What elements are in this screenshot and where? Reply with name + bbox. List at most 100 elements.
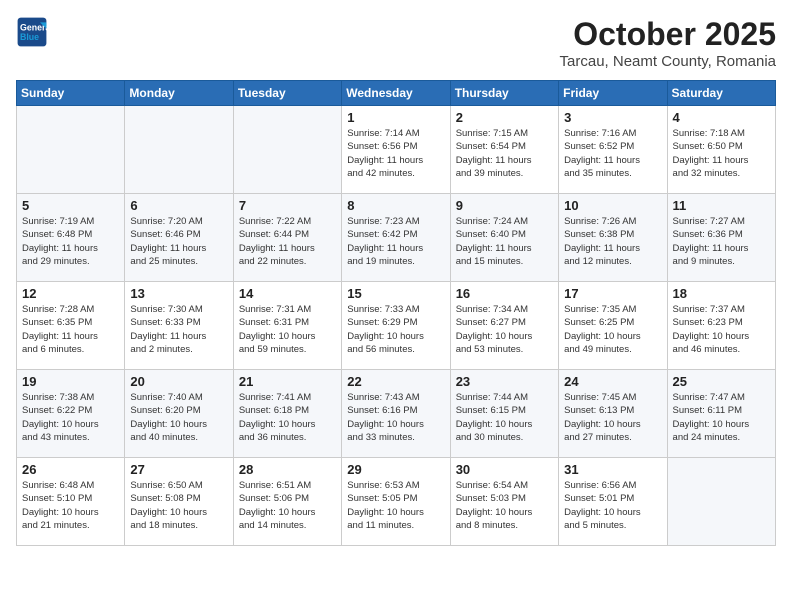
weekday-header-cell: Thursday: [450, 81, 558, 106]
day-info: Sunrise: 7:24 AM Sunset: 6:40 PM Dayligh…: [456, 215, 553, 268]
day-info: Sunrise: 7:31 AM Sunset: 6:31 PM Dayligh…: [239, 303, 336, 356]
calendar-cell: 13Sunrise: 7:30 AM Sunset: 6:33 PM Dayli…: [125, 282, 233, 370]
day-number: 10: [564, 198, 661, 213]
day-number: 3: [564, 110, 661, 125]
calendar-cell: 16 Sunrise: 7:34 AM Sunset: 6:27 PM Dayli…: [450, 282, 558, 370]
day-info: Sunrise: 7:45 AM Sunset: 6:13 PM Dayligh…: [564, 391, 661, 444]
day-info: Sunrise: 6:54 AM Sunset: 5:03 PM Dayligh…: [456, 479, 553, 532]
calendar-cell: 2Sunrise: 7:15 AM Sunset: 6:54 PM Daylig…: [450, 106, 558, 194]
calendar-cell: 15 Sunrise: 7:33 AM Sunset: 6:29 PM Dayli…: [342, 282, 450, 370]
calendar-cell: 6Sunrise: 7:20 AM Sunset: 6:46 PM Daylig…: [125, 194, 233, 282]
calendar-cell: 10 Sunrise: 7:26 AM Sunset: 6:38 PM Dayli…: [559, 194, 667, 282]
calendar-cell: 29 Sunrise: 6:53 AM Sunset: 5:05 PM Dayli…: [342, 458, 450, 546]
calendar-cell: 11 Sunrise: 7:27 AM Sunset: 6:36 PM Dayli…: [667, 194, 775, 282]
calendar-cell: 12Sunrise: 7:28 AM Sunset: 6:35 PM Dayli…: [17, 282, 125, 370]
day-number: 25: [673, 374, 770, 389]
day-number: 7: [239, 198, 336, 213]
weekday-header-cell: Saturday: [667, 81, 775, 106]
day-info: Sunrise: 7:35 AM Sunset: 6:25 PM Dayligh…: [564, 303, 661, 356]
calendar-cell: 31Sunrise: 6:56 AM Sunset: 5:01 PM Dayli…: [559, 458, 667, 546]
day-number: 18: [673, 286, 770, 301]
day-info: Sunrise: 7:19 AM Sunset: 6:48 PM Dayligh…: [22, 215, 119, 268]
calendar-cell: 7 Sunrise: 7:22 AM Sunset: 6:44 PM Daylig…: [233, 194, 341, 282]
calendar-week-row: 1 Sunrise: 7:14 AM Sunset: 6:56 PM Daylig…: [17, 106, 776, 194]
day-info: Sunrise: 6:48 AM Sunset: 5:10 PM Dayligh…: [22, 479, 119, 532]
title-area: October 2025 Tarcau, Neamt County, Roman…: [560, 16, 776, 70]
day-number: 16: [456, 286, 553, 301]
calendar-week-row: 26 Sunrise: 6:48 AM Sunset: 5:10 PM Dayli…: [17, 458, 776, 546]
month-title: October 2025: [560, 16, 776, 53]
day-number: 17: [564, 286, 661, 301]
calendar-week-row: 19 Sunrise: 7:38 AM Sunset: 6:22 PM Dayli…: [17, 370, 776, 458]
calendar-cell: 9Sunrise: 7:24 AM Sunset: 6:40 PM Daylig…: [450, 194, 558, 282]
calendar-cell: 30Sunrise: 6:54 AM Sunset: 5:03 PM Dayli…: [450, 458, 558, 546]
calendar-cell: 22 Sunrise: 7:43 AM Sunset: 6:16 PM Dayli…: [342, 370, 450, 458]
location-title: Tarcau, Neamt County, Romania: [560, 53, 776, 70]
day-number: 24: [564, 374, 661, 389]
day-number: 28: [239, 462, 336, 477]
day-number: 31: [564, 462, 661, 477]
weekday-header-row: SundayMondayTuesdayWednesdayThursdayFrid…: [17, 81, 776, 106]
calendar-cell: 5 Sunrise: 7:19 AM Sunset: 6:48 PM Daylig…: [17, 194, 125, 282]
calendar-body: 1 Sunrise: 7:14 AM Sunset: 6:56 PM Daylig…: [17, 106, 776, 546]
calendar-cell: 25 Sunrise: 7:47 AM Sunset: 6:11 PM Dayli…: [667, 370, 775, 458]
day-info: Sunrise: 7:20 AM Sunset: 6:46 PM Dayligh…: [130, 215, 227, 268]
calendar-cell: 18 Sunrise: 7:37 AM Sunset: 6:23 PM Dayli…: [667, 282, 775, 370]
day-info: Sunrise: 7:23 AM Sunset: 6:42 PM Dayligh…: [347, 215, 444, 268]
calendar-cell: 19 Sunrise: 7:38 AM Sunset: 6:22 PM Dayli…: [17, 370, 125, 458]
day-number: 26: [22, 462, 119, 477]
calendar-cell: 27Sunrise: 6:50 AM Sunset: 5:08 PM Dayli…: [125, 458, 233, 546]
day-number: 29: [347, 462, 444, 477]
day-info: Sunrise: 6:50 AM Sunset: 5:08 PM Dayligh…: [130, 479, 227, 532]
calendar-cell: 17 Sunrise: 7:35 AM Sunset: 6:25 PM Dayli…: [559, 282, 667, 370]
day-info: Sunrise: 7:47 AM Sunset: 6:11 PM Dayligh…: [673, 391, 770, 444]
weekday-header-cell: Sunday: [17, 81, 125, 106]
day-info: Sunrise: 6:51 AM Sunset: 5:06 PM Dayligh…: [239, 479, 336, 532]
calendar-cell: 4Sunrise: 7:18 AM Sunset: 6:50 PM Daylig…: [667, 106, 775, 194]
calendar-week-row: 5 Sunrise: 7:19 AM Sunset: 6:48 PM Daylig…: [17, 194, 776, 282]
day-info: Sunrise: 7:33 AM Sunset: 6:29 PM Dayligh…: [347, 303, 444, 356]
calendar-cell: 20 Sunrise: 7:40 AM Sunset: 6:20 PM Dayli…: [125, 370, 233, 458]
day-info: Sunrise: 7:41 AM Sunset: 6:18 PM Dayligh…: [239, 391, 336, 444]
day-info: Sunrise: 7:34 AM Sunset: 6:27 PM Dayligh…: [456, 303, 553, 356]
day-number: 5: [22, 198, 119, 213]
calendar-cell: 28 Sunrise: 6:51 AM Sunset: 5:06 PM Dayli…: [233, 458, 341, 546]
logo-icon: General Blue: [16, 16, 48, 48]
day-info: Sunrise: 7:27 AM Sunset: 6:36 PM Dayligh…: [673, 215, 770, 268]
day-number: 1: [347, 110, 444, 125]
day-number: 19: [22, 374, 119, 389]
calendar-cell: 14Sunrise: 7:31 AM Sunset: 6:31 PM Dayli…: [233, 282, 341, 370]
day-info: Sunrise: 7:38 AM Sunset: 6:22 PM Dayligh…: [22, 391, 119, 444]
weekday-header-cell: Wednesday: [342, 81, 450, 106]
weekday-header-cell: Monday: [125, 81, 233, 106]
day-info: Sunrise: 7:22 AM Sunset: 6:44 PM Dayligh…: [239, 215, 336, 268]
svg-text:Blue: Blue: [20, 32, 39, 42]
day-info: Sunrise: 7:15 AM Sunset: 6:54 PM Dayligh…: [456, 127, 553, 180]
calendar-cell: [233, 106, 341, 194]
day-info: Sunrise: 6:53 AM Sunset: 5:05 PM Dayligh…: [347, 479, 444, 532]
day-number: 20: [130, 374, 227, 389]
day-info: Sunrise: 7:26 AM Sunset: 6:38 PM Dayligh…: [564, 215, 661, 268]
day-info: Sunrise: 7:40 AM Sunset: 6:20 PM Dayligh…: [130, 391, 227, 444]
day-info: Sunrise: 7:43 AM Sunset: 6:16 PM Dayligh…: [347, 391, 444, 444]
page-header: General Blue October 2025 Tarcau, Neamt …: [16, 16, 776, 70]
calendar-cell: 1 Sunrise: 7:14 AM Sunset: 6:56 PM Daylig…: [342, 106, 450, 194]
day-number: 8: [347, 198, 444, 213]
day-number: 15: [347, 286, 444, 301]
calendar-cell: 24 Sunrise: 7:45 AM Sunset: 6:13 PM Dayli…: [559, 370, 667, 458]
calendar-week-row: 12Sunrise: 7:28 AM Sunset: 6:35 PM Dayli…: [17, 282, 776, 370]
calendar-cell: [125, 106, 233, 194]
day-number: 11: [673, 198, 770, 213]
day-info: Sunrise: 7:28 AM Sunset: 6:35 PM Dayligh…: [22, 303, 119, 356]
day-info: Sunrise: 7:16 AM Sunset: 6:52 PM Dayligh…: [564, 127, 661, 180]
day-info: Sunrise: 7:44 AM Sunset: 6:15 PM Dayligh…: [456, 391, 553, 444]
day-number: 21: [239, 374, 336, 389]
logo: General Blue: [16, 16, 48, 48]
day-info: Sunrise: 7:14 AM Sunset: 6:56 PM Dayligh…: [347, 127, 444, 180]
day-info: Sunrise: 7:30 AM Sunset: 6:33 PM Dayligh…: [130, 303, 227, 356]
calendar-cell: 8 Sunrise: 7:23 AM Sunset: 6:42 PM Daylig…: [342, 194, 450, 282]
calendar-cell: 23Sunrise: 7:44 AM Sunset: 6:15 PM Dayli…: [450, 370, 558, 458]
day-number: 22: [347, 374, 444, 389]
day-info: Sunrise: 7:37 AM Sunset: 6:23 PM Dayligh…: [673, 303, 770, 356]
weekday-header-cell: Friday: [559, 81, 667, 106]
